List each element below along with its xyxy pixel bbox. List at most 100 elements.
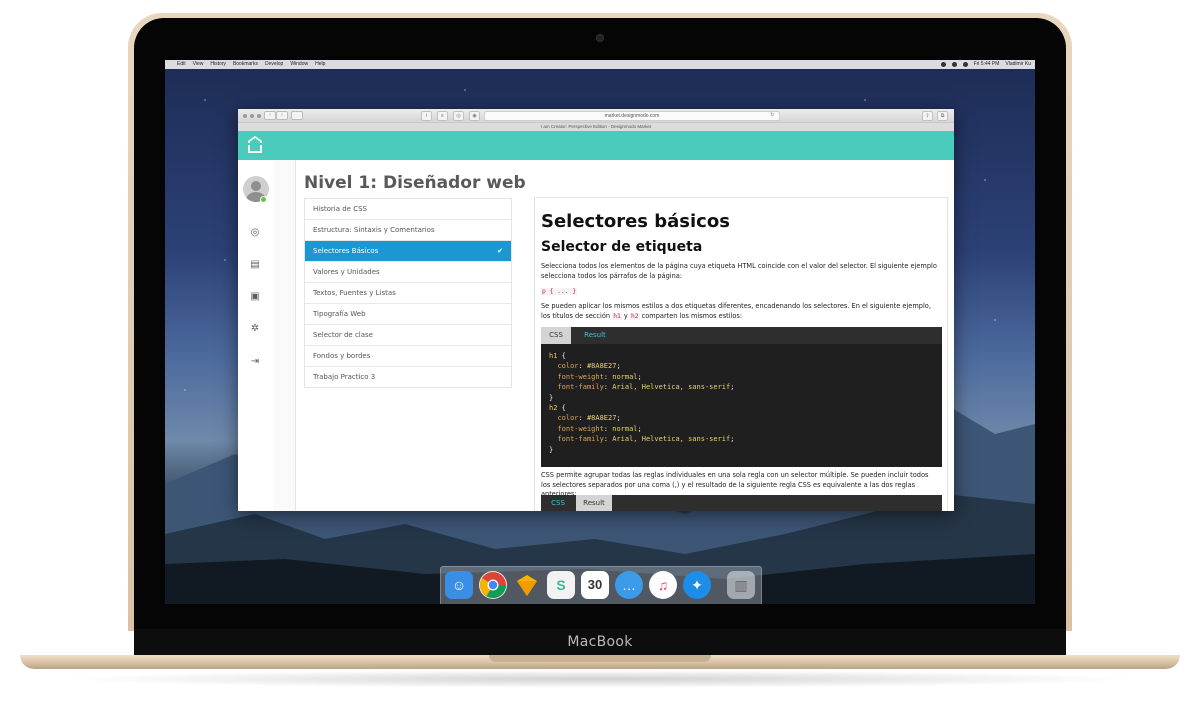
forward-button[interactable]: › bbox=[276, 111, 288, 120]
code-property: font-weight bbox=[557, 372, 604, 381]
tabs-overview-icon[interactable]: ⧉ bbox=[937, 111, 948, 121]
lesson-label: Selectores Básicos bbox=[313, 247, 379, 255]
menu-view[interactable]: View bbox=[193, 60, 204, 69]
home-logo-icon[interactable] bbox=[247, 135, 263, 155]
code-selector: h1 bbox=[549, 352, 558, 360]
book-icon[interactable]: ▤ bbox=[249, 259, 261, 271]
reload-icon[interactable]: ↻ bbox=[768, 111, 777, 119]
wifi-icon[interactable] bbox=[951, 62, 957, 67]
lesson-item[interactable]: Selector de clase bbox=[305, 325, 511, 346]
camera-icon bbox=[597, 35, 603, 41]
code-property: font-family bbox=[557, 383, 604, 392]
lesson-item-active[interactable]: Selectores Básicos ✔ bbox=[305, 241, 511, 262]
battery-icon[interactable] bbox=[962, 62, 968, 67]
browser-titlebar: ‹ › i ≡ ◎ ◉ market.designmodo.com ↻ ⇪ ⧉ bbox=[238, 109, 954, 122]
lesson-list: Historia de CSS Estructura: Sintaxis y C… bbox=[304, 198, 512, 388]
code-block: h1 { color: #8A8E27; font-weight: normal… bbox=[549, 352, 735, 454]
code-example: CSS Result h1 { color: #8A8E27; font-wei… bbox=[541, 327, 942, 467]
chrome-icon[interactable] bbox=[479, 571, 507, 599]
paragraph-text: y bbox=[623, 311, 628, 320]
lesson-item[interactable]: Valores y Unidades bbox=[305, 262, 511, 283]
paragraph: Se pueden aplicar los mismos estilos a d… bbox=[541, 302, 937, 321]
code-property: color bbox=[557, 414, 579, 423]
course-page: ◎ ▤ ▣ ✲ ⇥ Nivel 1: Diseñador web Histori… bbox=[238, 160, 954, 511]
inline-code: h1 bbox=[612, 312, 622, 320]
tab-result[interactable]: Result bbox=[576, 495, 612, 511]
status-icon[interactable] bbox=[940, 62, 946, 67]
extension-icon[interactable]: ◉ bbox=[469, 111, 480, 121]
article-subtitle: Selector de etiqueta bbox=[541, 239, 703, 255]
laptop-shadow bbox=[60, 670, 1140, 688]
safari-icon[interactable]: ✦ bbox=[683, 571, 711, 599]
code-property: font-weight bbox=[557, 424, 604, 433]
lesson-label: Historia de CSS bbox=[313, 205, 367, 213]
lesson-item[interactable]: Fondos y bordes bbox=[305, 346, 511, 367]
tab-css[interactable]: CSS bbox=[541, 495, 575, 511]
url-bar[interactable]: market.designmodo.com bbox=[484, 111, 780, 121]
minimize-window-button[interactable] bbox=[250, 113, 254, 118]
menubar-clock[interactable]: Fri 5:44 PM bbox=[974, 60, 1000, 69]
logout-icon[interactable]: ⇥ bbox=[249, 356, 261, 368]
code-property: font-family bbox=[557, 435, 604, 444]
lesson-label: Selector de clase bbox=[313, 331, 373, 339]
messages-icon[interactable]: … bbox=[615, 571, 643, 599]
window-controls bbox=[243, 113, 261, 118]
lesson-label: Tipografía Web bbox=[313, 310, 366, 318]
lesson-item[interactable]: Estructura: Sintaxis y Comentarios bbox=[305, 220, 511, 241]
code-tabs: CSS Result bbox=[541, 495, 942, 511]
paragraph: Selecciona todos los elementos de la pág… bbox=[541, 262, 937, 280]
sketch-icon[interactable] bbox=[513, 571, 541, 599]
lesson-label: Trabajo Practico 3 bbox=[313, 373, 376, 381]
calendar-icon[interactable]: 30 bbox=[581, 571, 609, 599]
lesson-item[interactable]: Historia de CSS bbox=[305, 199, 511, 220]
lesson-label: Fondos y bordes bbox=[313, 352, 371, 360]
tab-css[interactable]: CSS bbox=[541, 327, 571, 344]
lesson-item[interactable]: Textos, Fuentes y Listas bbox=[305, 283, 511, 304]
page-title: Nivel 1: Diseñador web bbox=[304, 173, 526, 193]
lesson-item[interactable]: Trabajo Practico 3 bbox=[305, 367, 511, 387]
finder-icon[interactable]: ☺ bbox=[445, 571, 473, 599]
sidebar-toggle-icon[interactable] bbox=[291, 111, 303, 120]
back-button[interactable]: ‹ bbox=[264, 111, 276, 120]
slack-icon[interactable]: S bbox=[547, 571, 575, 599]
article-title: Selectores básicos bbox=[541, 211, 730, 232]
code-value: normal bbox=[612, 372, 638, 381]
menu-window[interactable]: Window bbox=[290, 60, 308, 69]
inline-code: h2 bbox=[629, 312, 640, 320]
menu-edit[interactable]: Edit bbox=[177, 60, 186, 69]
trash-icon[interactable]: ▥ bbox=[727, 571, 755, 599]
inline-code: p { ... } bbox=[541, 288, 578, 295]
lesson-item[interactable]: Tipografía Web bbox=[305, 304, 511, 325]
close-window-button[interactable] bbox=[243, 113, 247, 118]
device-brand-label: MacBook bbox=[134, 629, 1066, 655]
code-property: color bbox=[557, 362, 579, 371]
browser-tab[interactable]: I am Creator: Perspective Edition - Desi… bbox=[238, 122, 954, 131]
tab-result[interactable]: Result bbox=[573, 327, 617, 344]
target-icon[interactable]: ◎ bbox=[249, 227, 261, 239]
share-icon[interactable]: ⇪ bbox=[922, 111, 933, 121]
lesson-label: Estructura: Sintaxis y Comentarios bbox=[313, 226, 435, 234]
side-navigation: ◎ ▤ ▣ ✲ ⇥ bbox=[238, 160, 275, 511]
app-header bbox=[238, 131, 954, 160]
info-icon[interactable]: i bbox=[421, 111, 432, 121]
check-icon: ✔ bbox=[497, 247, 503, 255]
globe-icon[interactable]: ◎ bbox=[453, 111, 464, 121]
menubar-user[interactable]: Vladimir Ku bbox=[1005, 60, 1031, 69]
lesson-label: Valores y Unidades bbox=[313, 268, 380, 276]
menu-history[interactable]: History bbox=[210, 60, 226, 69]
lesson-content: Selectores básicos Selector de etiqueta … bbox=[534, 197, 948, 511]
code-selector: h2 bbox=[549, 404, 558, 413]
menu-help[interactable]: Help bbox=[315, 60, 325, 69]
code-example: CSS Result bbox=[541, 495, 942, 511]
code-value: Arial, Helvetica, sans-serif bbox=[612, 435, 731, 444]
online-status-icon bbox=[260, 196, 267, 203]
settings-icon[interactable]: ✲ bbox=[249, 323, 261, 335]
zoom-window-button[interactable] bbox=[257, 113, 261, 118]
paragraph-text: comparten los mismos estilos: bbox=[641, 311, 743, 320]
menu-develop[interactable]: Develop bbox=[265, 60, 283, 69]
menu-bookmarks[interactable]: Bookmarks bbox=[233, 60, 258, 69]
layers-icon[interactable]: ≡ bbox=[437, 111, 448, 121]
itunes-icon[interactable]: ♫ bbox=[649, 571, 677, 599]
code-value: Arial, Helvetica, sans-serif bbox=[612, 383, 731, 392]
archive-icon[interactable]: ▣ bbox=[249, 291, 261, 303]
